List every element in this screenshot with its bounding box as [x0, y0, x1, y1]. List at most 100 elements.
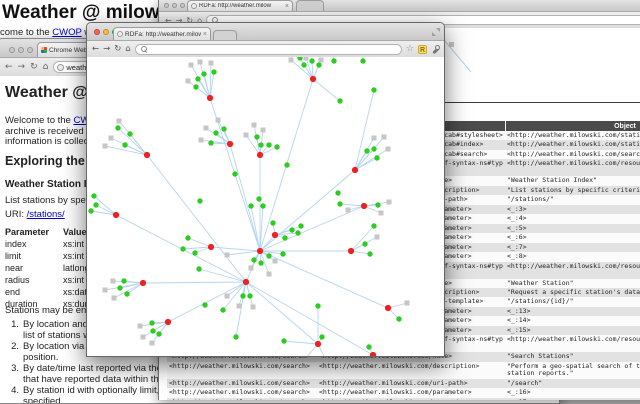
graph-node-square[interactable] [204, 126, 209, 131]
graph-node-square[interactable] [372, 136, 377, 141]
graph-node-green[interactable] [193, 84, 198, 89]
close-window-button[interactable] [9, 47, 15, 53]
graph-node-green[interactable] [266, 142, 271, 147]
graph-node-square[interactable] [225, 294, 230, 299]
graph-node-green[interactable] [335, 190, 340, 195]
tab-strip[interactable]: RDFa: http://weather.milow × [159, 0, 640, 12]
graph-node-green[interactable] [232, 171, 237, 176]
graph-node-green[interactable] [156, 331, 161, 336]
graph-node-square[interactable] [267, 272, 272, 277]
graph-node-square[interactable] [199, 138, 204, 143]
graph-node-square[interactable] [216, 118, 221, 123]
graph-node-square[interactable] [225, 253, 230, 258]
graph-node-green[interactable] [367, 251, 372, 256]
graph-node-square[interactable] [261, 128, 266, 133]
graph-node-green[interactable] [374, 155, 379, 160]
graph-node-green[interactable] [196, 266, 201, 271]
graph-node-green[interactable] [298, 223, 303, 228]
graph-node-green[interactable] [248, 203, 253, 208]
graph-node-green[interactable] [185, 235, 190, 240]
back-button[interactable]: ← [5, 62, 13, 72]
graph-node-square[interactable] [387, 200, 392, 205]
graph-node-green[interactable] [117, 285, 122, 290]
graph-node-red[interactable] [144, 152, 150, 158]
graph-node-green[interactable] [337, 98, 342, 103]
graph-node-green[interactable] [266, 253, 271, 258]
graph-node-green[interactable] [366, 344, 371, 349]
graph-node-square[interactable] [386, 147, 391, 152]
graph-node-green[interactable] [91, 193, 96, 198]
graph-node-square[interactable] [138, 324, 143, 329]
graph-node-square[interactable] [141, 335, 146, 340]
graph-node-green[interactable] [371, 146, 376, 151]
graph-node-red[interactable] [165, 319, 171, 325]
graph-node-square[interactable] [346, 208, 351, 213]
graph-node-green[interactable] [396, 316, 401, 321]
graph-node-green[interactable] [202, 302, 207, 307]
close-window-button[interactable] [94, 29, 100, 35]
graph-node-square[interactable] [237, 304, 242, 309]
graph-node-square[interactable] [289, 58, 294, 63]
graph-node-green[interactable] [270, 220, 275, 225]
graph-node-green[interactable] [331, 58, 336, 63]
close-tab-icon[interactable]: × [203, 31, 207, 38]
graph-node-green[interactable] [289, 227, 294, 232]
graph-node-square[interactable] [273, 259, 278, 264]
address-bar[interactable] [135, 44, 402, 55]
graph-node-green[interactable] [127, 131, 132, 136]
graph-node-green[interactable] [282, 235, 287, 240]
graph-node-green[interactable] [240, 293, 245, 298]
graph-node-green[interactable] [192, 250, 197, 255]
new-tab-button[interactable] [213, 30, 237, 40]
graph-node-square[interactable] [251, 305, 256, 310]
graph-node-square[interactable] [103, 288, 108, 293]
graph-canvas[interactable] [87, 57, 444, 357]
window-controls[interactable] [164, 3, 185, 8]
graph-node-red[interactable] [272, 232, 278, 238]
zoom-window-button[interactable] [180, 3, 185, 8]
close-window-button[interactable] [164, 3, 169, 8]
graph-node-square[interactable] [249, 266, 254, 271]
home-button[interactable]: ⌂ [43, 62, 49, 72]
graph-node-green[interactable] [258, 142, 263, 147]
graph-node-green[interactable] [260, 203, 265, 208]
graph-node-green[interactable] [247, 293, 252, 298]
graph-node-green[interactable] [295, 230, 300, 235]
wrench-menu-icon[interactable] [431, 45, 440, 54]
forward-button[interactable]: → [18, 62, 26, 72]
graph-node-red[interactable] [315, 341, 321, 347]
graph-node-green[interactable] [221, 126, 226, 131]
graph-node-square[interactable] [252, 123, 257, 128]
forward-button[interactable]: → [103, 44, 110, 54]
graph-node-green[interactable] [301, 62, 306, 67]
graph-node-square[interactable] [186, 79, 191, 84]
tab-rdfa-graph[interactable]: RDFa: http://weather.milow × [113, 27, 211, 40]
graph-node-red[interactable] [113, 212, 119, 218]
graph-node-square[interactable] [150, 341, 155, 346]
graph-node-green[interactable] [213, 130, 218, 135]
graph-node-square[interactable] [189, 63, 194, 68]
graph-node-green[interactable] [150, 328, 155, 333]
graph-node-green[interactable] [254, 134, 259, 139]
graph-node-square[interactable] [304, 57, 309, 61]
graph-node-square[interactable] [109, 136, 114, 141]
graph-node-red[interactable] [243, 279, 249, 285]
graph-node-green[interactable] [375, 202, 380, 207]
fullscreen-icon[interactable] [432, 28, 440, 36]
graph-node-green[interactable] [195, 76, 200, 81]
graph-node-green[interactable] [258, 260, 263, 265]
graph-node-green[interactable] [319, 334, 324, 339]
graph-node-square[interactable] [379, 211, 384, 216]
graph-node-square[interactable] [319, 58, 324, 63]
graph-node-square[interactable] [112, 296, 117, 301]
inline-link[interactable]: /stations/ [27, 209, 65, 220]
back-button[interactable]: ← [92, 44, 99, 54]
graph-node-square[interactable] [103, 144, 108, 149]
graph-node-red[interactable] [361, 203, 367, 209]
graph-node-green[interactable] [201, 71, 206, 76]
close-tab-icon[interactable]: × [285, 3, 289, 10]
graph-node-red[interactable] [257, 152, 263, 158]
graph-node-green[interactable] [281, 338, 286, 343]
graph-node-red[interactable] [370, 352, 376, 357]
graph-node-red[interactable] [140, 280, 146, 286]
